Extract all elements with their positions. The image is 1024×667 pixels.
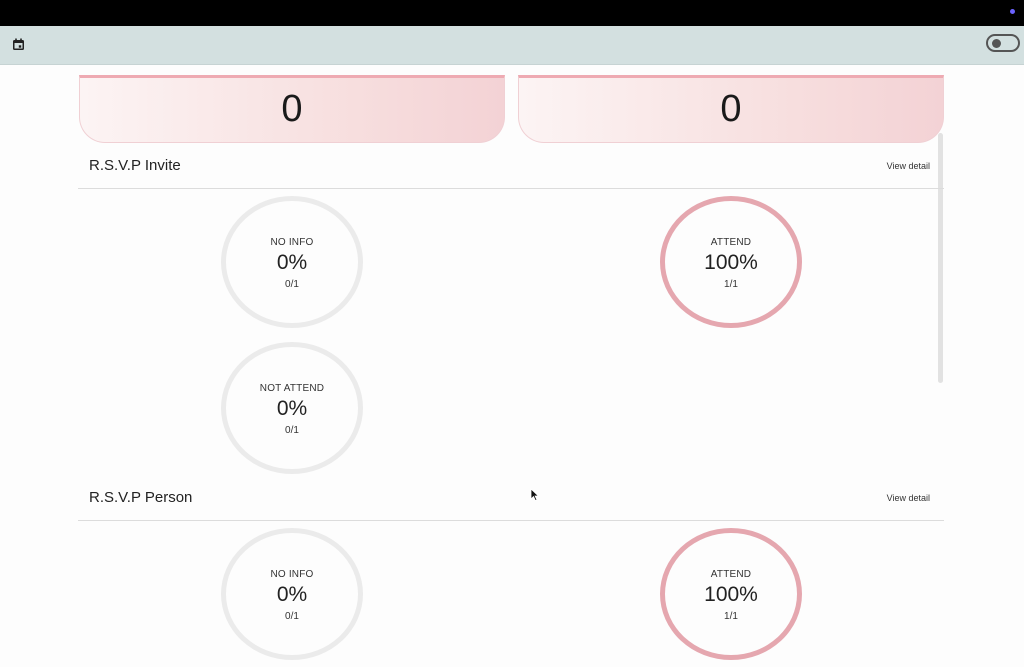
ring-fraction: 0/1 (285, 425, 299, 436)
ring-percent: 0% (276, 583, 308, 606)
mouse-pointer-icon (530, 488, 540, 502)
stat-value: 0 (281, 88, 303, 130)
dashboard-content: 0 0 R.S.V.P Invite View detail NO INFO 0… (0, 65, 1024, 667)
rsvp-person-no-info-ring: NO INFO 0% 0/1 (221, 528, 363, 660)
rsvp-invite-attend-ring: ATTEND 100% 1/1 (660, 196, 802, 328)
system-top-bar (0, 0, 1024, 26)
section-divider (78, 188, 944, 189)
view-detail-link-invite[interactable]: View detail (887, 161, 930, 171)
section-divider (78, 520, 944, 521)
theme-toggle-switch[interactable] (986, 34, 1020, 52)
rsvp-invite-no-info-ring: NO INFO 0% 0/1 (221, 196, 363, 328)
stat-card-left: 0 (79, 75, 505, 143)
toggle-knob (992, 39, 1001, 48)
stat-value: 0 (720, 88, 742, 130)
ring-label: ATTEND (710, 569, 752, 580)
ring-label: NO INFO (270, 237, 314, 248)
ring-label: NOT ATTEND (259, 383, 325, 394)
ring-percent: 0% (276, 397, 308, 420)
rsvp-person-attend-ring: ATTEND 100% 1/1 (660, 528, 802, 660)
ring-fraction: 0/1 (285, 279, 299, 290)
rsvp-invite-not-attend-ring: NOT ATTEND 0% 0/1 (221, 342, 363, 474)
ring-label: ATTEND (710, 237, 752, 248)
section-title-rsvp-person: R.S.V.P Person (89, 489, 193, 506)
ring-percent: 0% (276, 251, 308, 274)
calendar-icon[interactable] (12, 38, 25, 51)
ring-percent: 100% (704, 583, 758, 606)
status-indicator-dot (1010, 9, 1015, 14)
ring-fraction: 1/1 (724, 611, 738, 622)
ring-percent: 100% (704, 251, 758, 274)
ring-fraction: 0/1 (285, 611, 299, 622)
scrollbar[interactable] (938, 133, 943, 383)
ring-fraction: 1/1 (724, 279, 738, 290)
stat-card-right: 0 (518, 75, 944, 143)
ring-label: NO INFO (270, 569, 314, 580)
view-detail-link-person[interactable]: View detail (887, 493, 930, 503)
app-bar (0, 26, 1024, 65)
section-title-rsvp-invite: R.S.V.P Invite (89, 157, 181, 174)
